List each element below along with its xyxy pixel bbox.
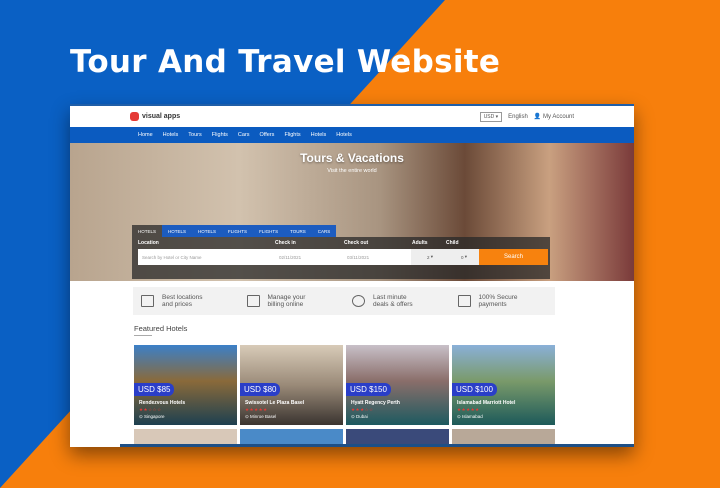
child-select[interactable]: 0 ▾ (445, 249, 479, 265)
hotel-price: USD $85 (134, 383, 175, 396)
nav-item[interactable]: Flights (212, 132, 228, 138)
tab-hotels[interactable]: HOTELS (132, 225, 163, 237)
feature-line: and prices (162, 301, 192, 308)
hotel-price: USD $100 (452, 383, 497, 396)
hotel-name: Swissotel Le Plaza Basel (245, 400, 305, 406)
tab-tours[interactable]: TOURS (284, 225, 312, 237)
nav-item[interactable]: Hotels (336, 132, 352, 138)
nav-item[interactable]: Offers (260, 132, 275, 138)
hotel-location: ⊙ Dubai (351, 414, 368, 419)
hotel-card[interactable]: USD $85 Rendezvous Hotels ★★☆☆☆ ⊙ Singap… (134, 345, 237, 425)
tab-flights[interactable]: FLIGHTS (222, 225, 254, 237)
location-text: Minroe Basel (250, 414, 277, 419)
nav-item[interactable]: Hotels (163, 132, 179, 138)
megaphone-icon (352, 295, 365, 307)
hotel-location: ⊙ Singapore (139, 414, 165, 419)
location-text: Islamabad (462, 414, 483, 419)
feature-item: Last minute deals & offers (344, 287, 450, 315)
feature-line: deals & offers (373, 301, 413, 308)
adults-select[interactable]: 2 ▾ (411, 249, 445, 265)
features-bar: Best locations and prices Manage your bill… (133, 287, 555, 315)
account-label: My Account (542, 114, 574, 120)
hotel-rating: ★★★☆☆ (351, 407, 374, 412)
nav-item[interactable]: Hotels (311, 132, 327, 138)
adults-label: Adults (412, 240, 428, 246)
feature-line: 100% Secure (478, 294, 518, 301)
hero-banner: Tours & Vacations Visit the entire world… (70, 143, 634, 281)
tab-flights[interactable]: FLIGHTS (253, 225, 285, 237)
location-input[interactable]: Search by Hotel or City Name (138, 249, 275, 265)
hero-subtitle: Visit the entire world (327, 168, 377, 174)
logo[interactable]: visual apps (130, 112, 180, 121)
credit-card-icon (457, 295, 471, 307)
location-text: Singapore (144, 414, 165, 419)
feature-line: Last minute (373, 294, 407, 301)
logo-text: visual apps (142, 113, 181, 120)
search-button[interactable]: Search (479, 249, 548, 265)
hero-title: Tours & Vacations (300, 151, 404, 165)
tab-hotels[interactable]: HOTELS (162, 225, 193, 237)
checkout-input[interactable]: 03/11/2021 (343, 249, 411, 265)
nav-item[interactable]: Home (138, 132, 153, 138)
location-text: Dubai (356, 414, 368, 419)
hotel-rating: ★★☆☆☆ (139, 407, 162, 412)
feature-line: payments (478, 301, 507, 308)
location-label: Location (138, 240, 159, 246)
search-tabs: HOTELS HOTELS HOTELS FLIGHTS FLIGHTS TOU… (132, 225, 337, 237)
main-nav: Home Hotels Tours Flights Cars Offers Fl… (70, 127, 634, 143)
hotel-card[interactable]: USD $100 Islamabad Marriott Hotel ★★★★★ … (452, 345, 555, 425)
language-select[interactable]: English (508, 114, 528, 120)
hotel-card[interactable]: USD $150 Hyatt Regency Perth ★★★☆☆ ⊙ Dub… (346, 345, 449, 425)
headline: Tour And Travel Website (70, 44, 501, 80)
hotel-name: Hyatt Regency Perth (351, 400, 400, 406)
hotel-rating: ★★★★★ (457, 407, 480, 412)
title-underline (134, 335, 152, 336)
hotel-location: ⊙ Minroe Basel (245, 414, 277, 419)
id-card-icon (246, 295, 260, 307)
taskbar (120, 444, 634, 447)
tab-hotels[interactable]: HOTELS (192, 225, 223, 237)
hotel-card[interactable]: USD $80 Swissotel Le Plaza Basel ★★★★★ ⊙… (240, 345, 343, 425)
website-screenshot: visual apps USD ▾ English 👤 My Account H… (70, 104, 634, 447)
tab-cars[interactable]: CARS (311, 225, 337, 237)
hotel-cards: USD $85 Rendezvous Hotels ★★☆☆☆ ⊙ Singap… (134, 345, 555, 425)
child-value: 0 (460, 254, 464, 260)
hotel-rating: ★★★★★ (245, 407, 268, 412)
checkin-label: Check in (275, 240, 296, 246)
hotel-price: USD $150 (346, 383, 391, 396)
adults-value: 2 (426, 254, 430, 260)
my-account-link[interactable]: 👤 My Account (534, 113, 574, 120)
nav-item[interactable]: Cars (238, 132, 250, 138)
building-icon (141, 295, 154, 307)
currency-value: USD (483, 113, 495, 120)
hotel-name: Rendezvous Hotels (139, 400, 186, 406)
hotel-price: USD $80 (240, 383, 281, 396)
search-box: Location Check in Check out Adults Child… (132, 237, 550, 279)
top-bar: visual apps USD ▾ English 👤 My Account (70, 104, 634, 127)
currency-select[interactable]: USD ▾ (479, 111, 503, 122)
hotel-name: Islamabad Marriott Hotel (457, 400, 516, 406)
nav-item[interactable]: Flights (284, 132, 300, 138)
checkout-label: Check out (344, 240, 369, 246)
checkin-input[interactable]: 02/11/2021 (275, 249, 343, 265)
hotel-location: ⊙ Islamabad (457, 414, 483, 419)
feature-line: billing online (267, 301, 304, 308)
feature-item: Best locations and prices (133, 287, 239, 315)
featured-hotels-title: Featured Hotels (134, 324, 188, 333)
feature-item: Manage your billing online (239, 287, 345, 315)
logo-icon (130, 112, 139, 121)
feature-line: Manage your (267, 294, 306, 301)
child-label: Child (446, 240, 459, 246)
feature-item: 100% Secure payments (450, 287, 556, 315)
nav-item[interactable]: Tours (188, 132, 201, 138)
feature-line: Best locations (162, 294, 203, 301)
